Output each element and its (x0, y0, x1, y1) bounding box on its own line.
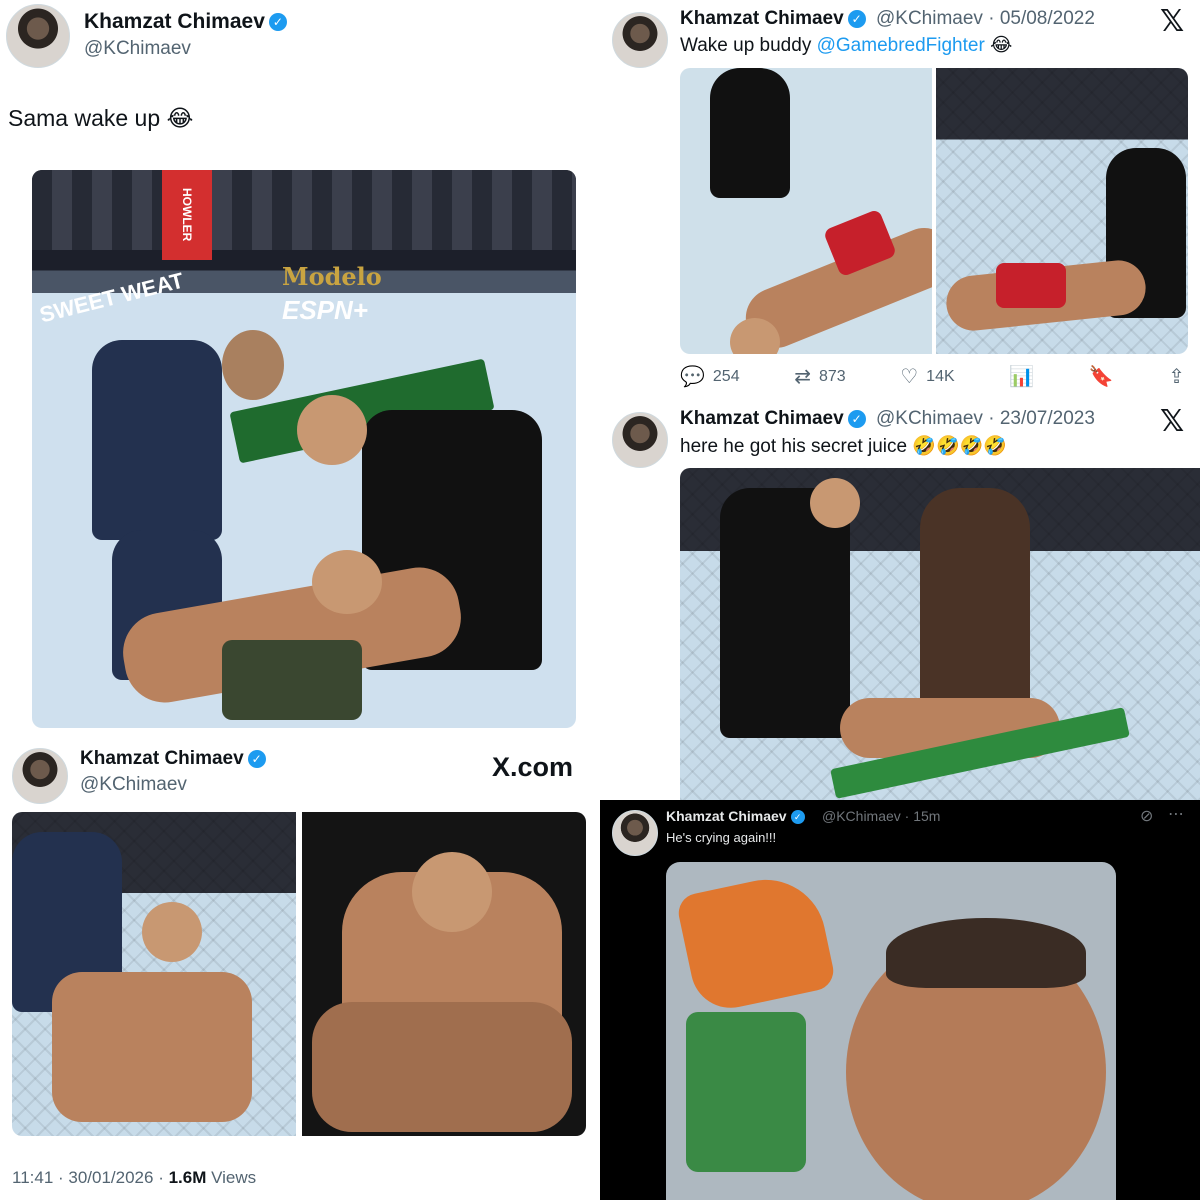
views-button[interactable]: 📊 (1009, 364, 1034, 389)
like-count: 14K (926, 367, 955, 385)
referee-figure (710, 68, 790, 198)
avatar[interactable] (6, 4, 70, 68)
tweet-photo-right[interactable] (302, 812, 586, 1136)
grok-icon[interactable]: ⊘ (1140, 806, 1153, 826)
x-com-brand[interactable]: X.com (492, 752, 573, 783)
mat-logo-modelo: Modelo (282, 262, 382, 291)
verified-badge-icon: ✓ (247, 749, 266, 768)
views-label: Views (206, 1168, 257, 1187)
author-handle-time[interactable]: @KChimaev · 15m (822, 808, 940, 824)
mat-logo-sweet: SWEET WEAT (37, 267, 187, 328)
mat-logo-espn: ESPN+ (282, 295, 368, 325)
reply-icon: 💬 (680, 366, 705, 388)
tweet-text-suffix: 😂 (984, 35, 1013, 56)
reply-button[interactable]: 💬 254 (680, 364, 740, 389)
x-logo-icon[interactable]: 𝕏 (1160, 4, 1184, 39)
tweet-panel-crying: Khamzat Chimaev ✓ @KChimaev · 15m ⊘ ⋯ He'… (600, 800, 1200, 1200)
tweet-photo-left[interactable] (680, 68, 932, 354)
tweet-photo[interactable] (666, 862, 1116, 1200)
tweet-actions-bar: 💬 254 ⇄ 873 ♡ 14K 📊 🔖 ⇪ (680, 364, 1185, 389)
orange-mat-logo (675, 868, 837, 1016)
author-name[interactable]: Khamzat Chimaev ✓ (84, 10, 287, 34)
tweet-text: Sama wake up 😂 (8, 105, 194, 131)
share-icon: ⇪ (1168, 366, 1185, 388)
banner-sign: HOWLER (162, 170, 212, 260)
tweet-text: here he got his secret juice 🤣🤣🤣🤣 (680, 436, 1007, 457)
author-name-text: Khamzat Chimaev (84, 10, 265, 33)
avatar[interactable] (612, 810, 658, 856)
author-handle-date[interactable]: @KChimaev · 05/08/2022 (876, 8, 1095, 30)
tweet-panel-gamebred: Khamzat Chimaev ✓ @KChimaev · 05/08/2022 … (600, 0, 1200, 400)
tweet-timestamp[interactable]: 11:41 · 30/01/2026 · (12, 1168, 169, 1187)
repost-count: 873 (818, 367, 846, 385)
avatar[interactable] (612, 12, 668, 68)
mention-link[interactable]: @GamebredFighter (817, 35, 985, 56)
views-count: 1.6M (168, 1168, 207, 1187)
fighter-head (142, 902, 202, 962)
green-mat-logo (686, 1012, 806, 1172)
bookmark-icon: 🔖 (1088, 366, 1114, 388)
author-name[interactable]: Khamzat Chimaev ✓ (666, 808, 805, 825)
author-name-text: Khamzat Chimaev (680, 8, 844, 29)
crowd-backdrop (32, 170, 576, 250)
avatar[interactable] (612, 412, 668, 468)
tweet-photo-right[interactable] (936, 68, 1188, 354)
author-name-text: Khamzat Chimaev (680, 408, 844, 429)
x-logo-icon[interactable]: 𝕏 (1160, 404, 1184, 439)
reply-count: 254 (712, 367, 740, 385)
author-handle-date[interactable]: @KChimaev · 23/07/2023 (876, 408, 1095, 430)
author-handle[interactable]: @KChimaev (84, 38, 191, 60)
like-icon: ♡ (900, 366, 919, 388)
verified-badge-icon: ✓ (790, 810, 805, 825)
tweet-panel-sama: Khamzat Chimaev ✓ @KChimaev Sama wake up … (0, 0, 600, 740)
downed-fighter-head (312, 550, 382, 614)
verified-badge-icon: ✓ (268, 13, 287, 32)
author-name[interactable]: Khamzat Chimaev ✓ (680, 408, 866, 430)
verified-badge-icon: ✓ (847, 409, 866, 428)
more-options-icon[interactable]: ⋯ (1168, 804, 1184, 824)
views-icon: 📊 (1009, 366, 1035, 388)
referee-head (810, 478, 860, 528)
avatar[interactable] (12, 748, 68, 804)
doctor-figure (92, 340, 222, 540)
bottom-fighter (312, 1002, 572, 1132)
repost-button[interactable]: ⇄ 873 (794, 364, 845, 389)
tweet-panel-juice: Khamzat Chimaev ✓ @KChimaev · 23/07/2023 … (600, 400, 1200, 800)
like-button[interactable]: ♡ 14K (900, 364, 954, 389)
crying-fighter-hair (886, 918, 1086, 988)
repost-icon: ⇄ (794, 366, 811, 388)
author-handle[interactable]: @KChimaev (80, 774, 187, 796)
verified-badge-icon: ✓ (847, 9, 866, 28)
top-fighter-head (412, 852, 492, 932)
author-name[interactable]: Khamzat Chimaev ✓ (80, 748, 266, 770)
author-name[interactable]: Khamzat Chimaev ✓ (680, 8, 866, 30)
fighter-shorts (222, 640, 362, 720)
share-button[interactable]: ⇪ (1168, 364, 1185, 389)
tweet-photo-left[interactable] (12, 812, 296, 1136)
referee-head (297, 395, 367, 465)
author-name-text: Khamzat Chimaev (666, 808, 787, 824)
tweet-text: Wake up buddy @GamebredFighter 😂 (680, 34, 1012, 57)
bookmark-button[interactable]: 🔖 (1089, 364, 1114, 389)
tweet-text: He's crying again!!! (666, 830, 777, 845)
tweet-panel-xcom: Khamzat Chimaev ✓ @KChimaev X.com 11:41 ·… (0, 740, 600, 1200)
tweet-text-prefix: Wake up buddy (680, 35, 817, 56)
tweet-meta: 11:41 · 30/01/2026 · 1.6M Views (12, 1168, 256, 1188)
doctor-head (222, 330, 284, 400)
author-name-text: Khamzat Chimaev (80, 748, 244, 769)
tweet-photo[interactable] (680, 468, 1200, 800)
downed-fighter (52, 972, 252, 1122)
tweet-photo[interactable]: HOWLER Modelo ESPN+ SWEET WEAT (32, 170, 576, 728)
fighter-shorts (996, 263, 1066, 308)
